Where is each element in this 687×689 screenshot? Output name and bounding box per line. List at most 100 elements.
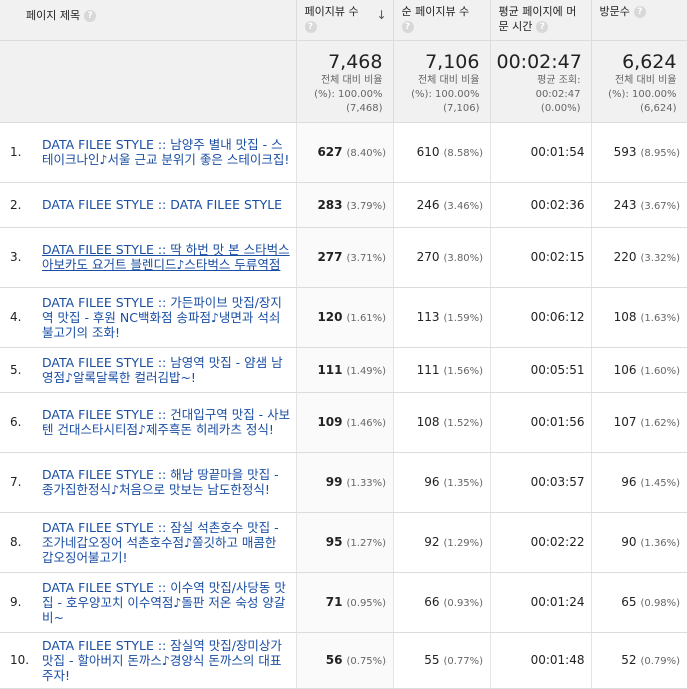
unique-pageviews-value: 113 <box>416 310 440 324</box>
pageviews-value: 277 <box>317 250 343 264</box>
row-rank: 4. <box>10 310 22 324</box>
visits-cell: 106 (1.60%) <box>591 347 687 393</box>
page-title-link[interactable]: DATA FILEE STYLE :: 남영역 맛집 - 얌샘 남영점♪알록달록… <box>42 355 292 385</box>
visits-cell: 96 (1.45%) <box>591 452 687 513</box>
column-header-page-title[interactable]: 페이지 제목? <box>0 0 297 41</box>
column-header-pageviews[interactable]: 페이지뷰 수 ? ↓ <box>296 0 394 41</box>
visits-percent: (0.98%) <box>640 598 681 609</box>
avg-time-cell: 00:05:51 <box>490 347 592 393</box>
total-count: (7,468) <box>346 102 383 114</box>
table-row: 8. DATA FILEE STYLE :: 잠실 석촌호수 맛집 - 조가네갑오… <box>0 512 687 573</box>
unique-pageviews-percent: (1.35%) <box>443 478 484 489</box>
pageviews-cell: 277 (3.71%) <box>296 227 394 288</box>
visits-value: 593 <box>613 145 637 159</box>
total-count: (6,624) <box>640 102 677 114</box>
table-row: 9. DATA FILEE STYLE :: 이수역 맛집/사당동 맛집 - 호우… <box>0 572 687 633</box>
row-rank: 2. <box>10 197 22 212</box>
help-icon[interactable]: ? <box>304 21 317 33</box>
unique-pageviews-value: 108 <box>416 415 440 429</box>
page-title-link[interactable]: DATA FILEE STYLE :: 잠실 석촌호수 맛집 - 조가네갑오징어… <box>42 520 292 565</box>
pageviews-percent: (1.33%) <box>346 478 387 489</box>
unique-pageviews-percent: (0.77%) <box>443 656 484 667</box>
avg-time-cell: 00:02:36 <box>490 182 592 228</box>
unique-pageviews-percent: (1.52%) <box>443 418 484 429</box>
column-header-label: 페이지뷰 수 <box>304 5 359 18</box>
column-header-unique-pageviews[interactable]: 순 페이지뷰 수 ? <box>393 0 491 41</box>
row-rank: 7. <box>10 475 22 489</box>
unique-pageviews-value: 92 <box>424 535 440 549</box>
pageviews-value: 56 <box>325 653 343 667</box>
pageviews-value: 71 <box>325 595 343 609</box>
pageviews-value: 283 <box>317 197 343 212</box>
page-title-cell: 7. DATA FILEE STYLE :: 해남 땅끝마을 맛집 - 종가집한정… <box>0 452 297 513</box>
unique-pageviews-cell: 246 (3.46%) <box>393 182 491 228</box>
pageviews-percent: (1.27%) <box>346 538 387 549</box>
visits-value: 106 <box>613 362 637 377</box>
pageviews-cell: 627 (8.40%) <box>296 122 394 183</box>
visits-value: 90 <box>621 535 637 549</box>
column-header-avg-time[interactable]: 평균 페이지에 머문 시간? <box>490 0 592 41</box>
unique-pageviews-percent: (3.46%) <box>443 200 484 212</box>
pages-report-table: 페이지 제목? 페이지뷰 수 ? ↓ 순 페이지뷰 수 ? 평균 페이지에 머문… <box>0 0 687 689</box>
totals-unique-pageviews: 7,106 전체 대비 비율 (%): 100.00% (7,106) <box>393 40 491 123</box>
totals-row: 7,468 전체 대비 비율 (%): 100.00% (7,468) 7,10… <box>0 40 687 123</box>
visits-percent: (1.60%) <box>640 365 681 377</box>
visits-percent: (8.95%) <box>640 148 681 159</box>
help-icon[interactable]: ? <box>633 6 646 18</box>
visits-cell: 90 (1.36%) <box>591 512 687 573</box>
pageviews-cell: 111 (1.49%) <box>296 347 394 393</box>
sort-descending-icon[interactable]: ↓ <box>376 8 386 23</box>
avg-time-value: 00:02:36 <box>530 197 585 212</box>
avg-time-value: 00:01:54 <box>530 145 585 159</box>
visits-percent: (1.36%) <box>640 538 681 549</box>
pageviews-percent: (1.46%) <box>346 418 387 429</box>
help-icon[interactable]: ? <box>84 10 97 22</box>
page-title-link[interactable]: DATA FILEE STYLE :: 가든파이브 맛집/장지역 맛집 - 후원… <box>42 295 292 340</box>
pageviews-percent: (3.79%) <box>346 200 387 212</box>
pageviews-percent: (1.49%) <box>346 365 387 377</box>
pageviews-cell: 109 (1.46%) <box>296 392 394 453</box>
total-percent: (%): 100.00% <box>411 88 480 100</box>
page-title-link[interactable]: DATA FILEE STYLE :: 남양주 별내 맛집 - 스테이크나인♪서… <box>42 137 292 167</box>
row-rank: 8. <box>10 535 22 549</box>
page-title-link[interactable]: DATA FILEE STYLE :: 이수역 맛집/사당동 맛집 - 호우양꼬… <box>42 580 292 625</box>
avg-time-value: 00:02:15 <box>530 250 585 264</box>
total-average: 00:02:47 <box>535 88 581 100</box>
avg-time-value: 00:01:48 <box>530 653 585 667</box>
page-title-link[interactable]: DATA FILEE STYLE :: DATA FILEE STYLE <box>42 197 282 212</box>
unique-pageviews-cell: 610 (8.58%) <box>393 122 491 183</box>
visits-cell: 65 (0.98%) <box>591 572 687 633</box>
unique-pageviews-value: 96 <box>424 475 440 489</box>
avg-time-cell: 00:01:56 <box>490 392 592 453</box>
row-rank: 1. <box>10 145 22 159</box>
help-icon[interactable]: ? <box>536 21 549 33</box>
help-icon[interactable]: ? <box>401 21 414 33</box>
visits-cell: 220 (3.32%) <box>591 227 687 288</box>
page-title-cell: 5. DATA FILEE STYLE :: 남영역 맛집 - 얌샘 남영점♪알록… <box>0 347 297 393</box>
page-title-link[interactable]: DATA FILEE STYLE :: 딱 하번 맛 본 스타벅스 아보카도 요… <box>42 242 292 272</box>
avg-time-value: 00:03:57 <box>530 475 585 489</box>
page-title-link[interactable]: DATA FILEE STYLE :: 건대입구역 맛집 - 사보텐 건대스타시… <box>42 407 292 437</box>
visits-percent: (3.67%) <box>640 200 681 212</box>
table-row: 2. DATA FILEE STYLE :: DATA FILEE STYLE 2… <box>0 182 687 228</box>
pageviews-value: 99 <box>325 475 343 489</box>
visits-value: 108 <box>613 310 637 324</box>
page-title-link[interactable]: DATA FILEE STYLE :: 잠실역 맛집/장미상가 맛집 - 할아버… <box>42 638 292 683</box>
unique-pageviews-value: 55 <box>424 653 440 667</box>
page-title-cell: 1. DATA FILEE STYLE :: 남양주 별내 맛집 - 스테이크나인… <box>0 122 297 183</box>
unique-pageviews-cell: 92 (1.29%) <box>393 512 491 573</box>
total-label: 전체 대비 비율 <box>614 74 677 86</box>
column-header-visits[interactable]: 방문수? <box>591 0 687 41</box>
unique-pageviews-percent: (1.56%) <box>443 365 484 377</box>
unique-pageviews-value: 66 <box>424 595 440 609</box>
total-value: 6,624 <box>622 50 677 73</box>
total-value: 00:02:47 <box>496 50 582 73</box>
avg-time-cell: 00:01:54 <box>490 122 592 183</box>
pageviews-cell: 99 (1.33%) <box>296 452 394 513</box>
table-row: 6. DATA FILEE STYLE :: 건대입구역 맛집 - 사보텐 건대스… <box>0 392 687 453</box>
header-row: 페이지 제목? 페이지뷰 수 ? ↓ 순 페이지뷰 수 ? 평균 페이지에 머문… <box>0 0 687 41</box>
unique-pageviews-cell: 96 (1.35%) <box>393 452 491 513</box>
page-title-link[interactable]: DATA FILEE STYLE :: 해남 땅끝마을 맛집 - 종가집한정식♪… <box>42 467 292 497</box>
column-header-label: 순 페이지뷰 수 <box>401 5 470 18</box>
page-title-cell: 3. DATA FILEE STYLE :: 딱 하번 맛 본 스타벅스 아보카도… <box>0 227 297 288</box>
